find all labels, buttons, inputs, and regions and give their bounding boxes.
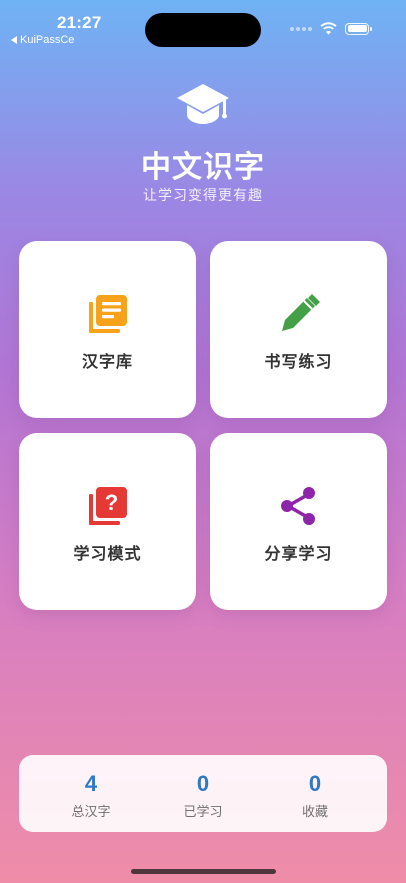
stats-panel: 4 总汉字 0 已学习 0 收藏 bbox=[19, 755, 387, 832]
back-arrow-icon bbox=[11, 36, 17, 44]
quiz-icon: ? bbox=[88, 487, 127, 525]
stat-value: 0 bbox=[308, 771, 322, 796]
character-library-card[interactable]: 汉字库 bbox=[19, 241, 196, 418]
stat-total-characters: 4 总汉字 bbox=[47, 755, 135, 832]
stat-value: 0 bbox=[196, 771, 210, 796]
share-icon bbox=[280, 487, 315, 525]
card-label: 书写练习 bbox=[264, 352, 333, 371]
card-label: 学习模式 bbox=[73, 544, 142, 563]
app-screen: 21:27 KuiPassCe 中文识字 让学习变得更有趣 汉字库 书写练习 ?… bbox=[0, 0, 406, 883]
pencil-icon bbox=[281, 294, 320, 331]
card-label: 分享学习 bbox=[264, 544, 333, 563]
share-learning-card[interactable]: 分享学习 bbox=[210, 433, 387, 610]
wifi-icon bbox=[320, 22, 337, 35]
svg-text:?: ? bbox=[104, 490, 117, 515]
stat-label: 总汉字 bbox=[71, 805, 111, 820]
status-indicators bbox=[290, 22, 372, 35]
dynamic-island bbox=[145, 13, 261, 47]
page-title: 中文识字 bbox=[141, 150, 265, 185]
writing-practice-card[interactable]: 书写练习 bbox=[210, 241, 387, 418]
stat-value: 4 bbox=[84, 771, 98, 796]
stat-learned: 0 已学习 bbox=[159, 755, 247, 832]
stat-favorites: 0 收藏 bbox=[271, 755, 359, 832]
cellular-signal-icon bbox=[290, 26, 312, 31]
page-subtitle: 让学习变得更有趣 bbox=[143, 188, 263, 204]
stat-label: 收藏 bbox=[301, 805, 328, 820]
back-app-label: KuiPassCe bbox=[20, 34, 75, 46]
book-stack-icon bbox=[88, 295, 127, 333]
status-time: 21:27 bbox=[57, 13, 102, 32]
battery-icon bbox=[345, 22, 372, 35]
graduation-cap-icon bbox=[177, 84, 229, 124]
learning-mode-card[interactable]: ? 学习模式 bbox=[19, 433, 196, 610]
card-label: 汉字库 bbox=[81, 352, 133, 371]
home-indicator[interactable] bbox=[131, 869, 276, 874]
stat-label: 已学习 bbox=[183, 805, 223, 820]
back-to-app-link[interactable]: KuiPassCe bbox=[11, 34, 74, 46]
